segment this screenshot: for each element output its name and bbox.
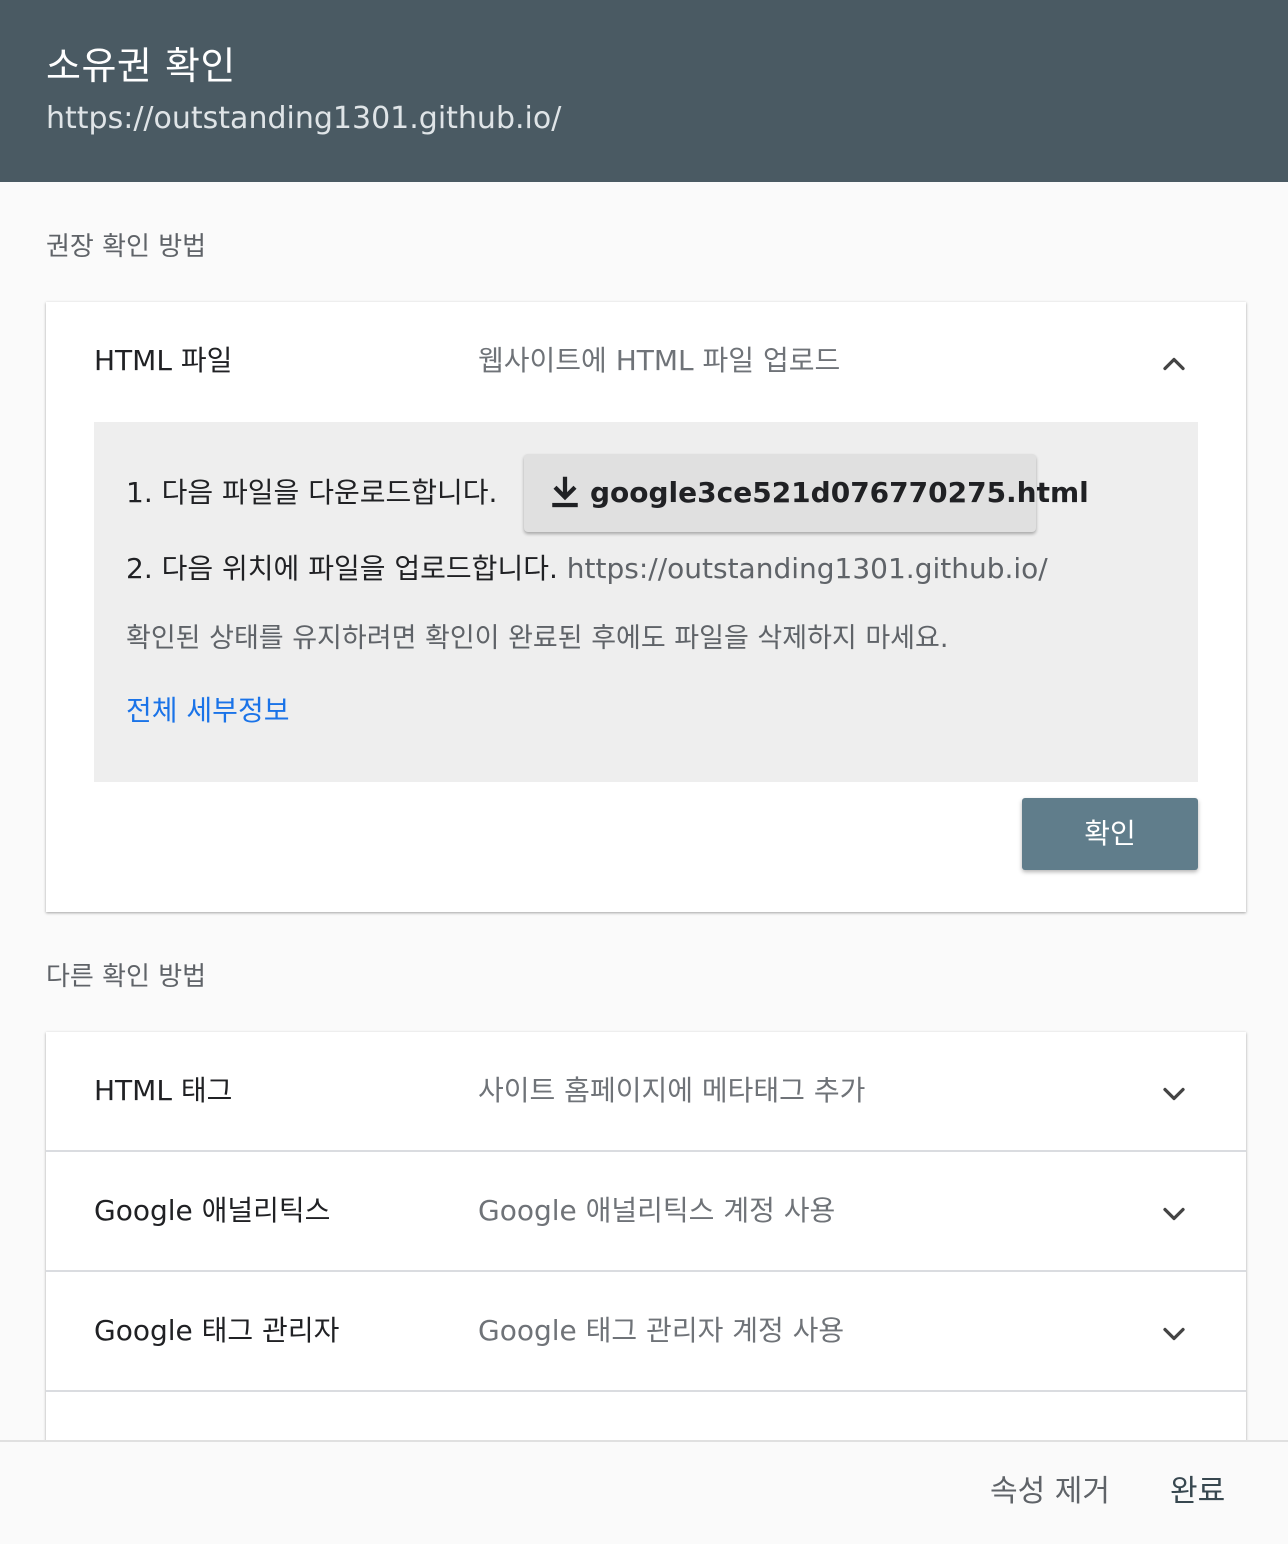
step-2-text: 2. 다음 위치에 파일을 업로드합니다. https://outstandin… <box>126 550 1048 588</box>
method-header-google-analytics[interactable]: Google 애널리틱스 Google 애널리틱스 계정 사용 <box>46 1152 1246 1272</box>
method-header-html-file[interactable]: HTML 파일 웹사이트에 HTML 파일 업로드 <box>46 302 1246 422</box>
instructions-panel: 1. 다음 파일을 다운로드합니다. google3ce521d07677027… <box>94 422 1198 782</box>
download-file-name: google3ce521d076770275.html <box>590 476 1089 509</box>
full-details-link[interactable]: 전체 세부정보 <box>126 692 289 730</box>
row-divider <box>46 1390 1246 1392</box>
method-name: HTML 태그 <box>94 1074 233 1107</box>
dialog-title: 소유권 확인 <box>46 44 236 88</box>
verify-ownership-dialog: 소유권 확인 https://outstanding1301.github.io… <box>0 0 1288 1544</box>
method-name: Google 애널리틱스 <box>94 1194 331 1227</box>
dialog-footer: 속성 제거 완료 <box>0 1440 1288 1544</box>
recommended-section-label: 권장 확인 방법 <box>46 232 207 262</box>
chevron-up-icon[interactable] <box>1156 346 1192 382</box>
method-description: Google 태그 관리자 계정 사용 <box>478 1314 845 1347</box>
method-header-google-tag-manager[interactable]: Google 태그 관리자 Google 태그 관리자 계정 사용 <box>46 1272 1246 1392</box>
property-url: https://outstanding1301.github.io/ <box>46 101 562 136</box>
method-name: HTML 파일 <box>94 344 233 377</box>
step-2-label: 2. 다음 위치에 파일을 업로드합니다. <box>126 552 558 585</box>
chevron-down-icon[interactable] <box>1156 1076 1192 1112</box>
done-button[interactable]: 완료 <box>1170 1472 1225 1512</box>
dialog-header: 소유권 확인 https://outstanding1301.github.io… <box>0 0 1288 182</box>
remove-property-button[interactable]: 속성 제거 <box>990 1472 1110 1512</box>
method-description: 웹사이트에 HTML 파일 업로드 <box>478 344 841 377</box>
step-2-url: https://outstanding1301.github.io/ <box>566 552 1048 585</box>
other-section-label: 다른 확인 방법 <box>46 962 207 992</box>
download-icon <box>552 476 578 508</box>
confirm-button[interactable]: 확인 <box>1022 798 1198 870</box>
method-description: Google 애널리틱스 계정 사용 <box>478 1194 836 1227</box>
method-name: Google 태그 관리자 <box>94 1314 340 1347</box>
download-file-button[interactable]: google3ce521d076770275.html <box>524 454 1089 532</box>
chevron-down-icon[interactable] <box>1156 1196 1192 1232</box>
method-description: 사이트 홈페이지에 메타태그 추가 <box>478 1074 866 1107</box>
keep-file-note: 확인된 상태를 유지하려면 확인이 완료된 후에도 파일을 삭제하지 마세요. <box>126 623 949 654</box>
step-1-text: 1. 다음 파일을 다운로드합니다. <box>126 476 498 509</box>
chevron-down-icon[interactable] <box>1156 1316 1192 1352</box>
recommended-method-card: HTML 파일 웹사이트에 HTML 파일 업로드 1. 다음 파일을 다운로드… <box>46 302 1246 912</box>
method-header-html-tag[interactable]: HTML 태그 사이트 홈페이지에 메타태그 추가 <box>46 1032 1246 1152</box>
